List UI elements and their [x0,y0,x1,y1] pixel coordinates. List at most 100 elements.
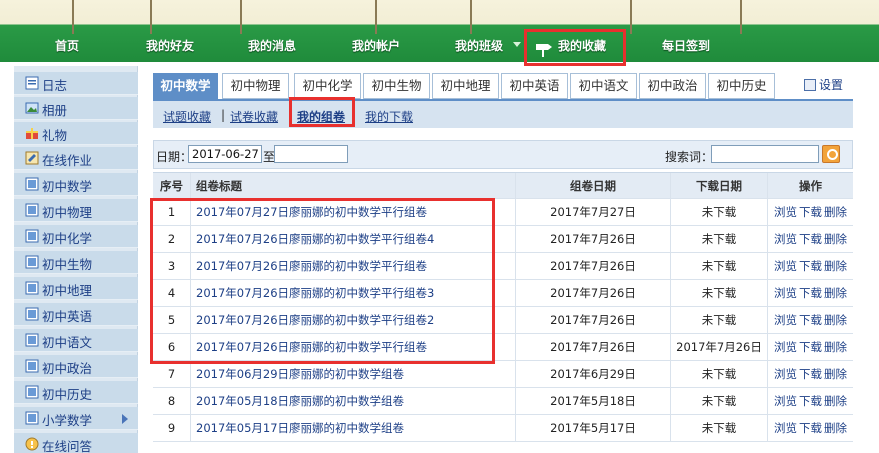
settings-label: 设置 [819,78,844,92]
sidebar-item-junior-geography[interactable]: 初中地理 [14,277,138,300]
subnav-my-downloads[interactable]: 我的下载 [365,108,413,125]
delete-link[interactable]: 删除 [824,259,847,273]
nav-home[interactable]: 首页 [55,32,79,60]
tab-junior-politics[interactable]: 初中政治 [639,73,706,99]
sidebar-item-label: 初中地理 [42,283,93,298]
sidebar-item-junior-english[interactable]: 初中英语 [14,303,138,326]
row-title-link[interactable]: 2017年06月29日廖丽娜的初中数学组卷 [191,361,516,388]
tab-junior-history[interactable]: 初中历史 [708,73,775,99]
tab-junior-biology[interactable]: 初中生物 [363,73,430,99]
sidebar-item-label: 初中数学 [42,179,93,194]
delete-link[interactable]: 删除 [824,340,847,354]
download-link[interactable]: 下载 [799,259,822,273]
download-link[interactable]: 下载 [799,394,822,408]
gift-icon [26,128,38,139]
banner-rope [630,0,632,34]
date-label: 日期： [156,150,193,164]
sidebar-item-label: 初中历史 [42,387,93,402]
header-download-date: 下载日期 [671,173,768,200]
sidebar-item-journal[interactable]: 日志 [14,72,138,95]
row-paper-date: 2017年7月26日 [516,307,671,334]
row-download-date: 未下载 [671,307,768,334]
tab-junior-geography[interactable]: 初中地理 [432,73,499,99]
sidebar-item-junior-politics[interactable]: 初中政治 [14,355,138,378]
tab-junior-chinese[interactable]: 初中语文 [570,73,637,99]
settings-link[interactable]: 设置 [804,76,843,93]
tab-junior-physics[interactable]: 初中物理 [222,73,289,99]
chevron-down-icon[interactable] [513,42,521,47]
view-link[interactable]: 浏览 [774,340,797,354]
tab-junior-english[interactable]: 初中英语 [501,73,568,99]
delete-link[interactable]: 删除 [824,367,847,381]
banner-rope [240,0,242,34]
download-link[interactable]: 下载 [799,340,822,354]
sidebar-item-gift[interactable]: 礼物 [14,122,138,145]
view-link[interactable]: 浏览 [774,286,797,300]
view-link[interactable]: 浏览 [774,205,797,219]
filter-bar: 日期： 至 搜索词： [153,140,853,169]
sidebar-item-primary-math[interactable]: 小学数学 [14,407,138,430]
view-link[interactable]: 浏览 [774,259,797,273]
book-icon [25,281,39,295]
view-link[interactable]: 浏览 [774,313,797,327]
delete-link[interactable]: 删除 [824,313,847,327]
row-paper-date: 2017年7月26日 [516,253,671,280]
sidebar-item-junior-chinese[interactable]: 初中语文 [14,329,138,352]
tab-junior-chemistry[interactable]: 初中化学 [294,73,361,99]
download-link[interactable]: 下载 [799,421,822,435]
sidebar-item-album[interactable]: 相册 [14,97,138,120]
nav-friends[interactable]: 我的好友 [146,32,194,60]
row-title-link[interactable]: 2017年05月18日廖丽娜的初中数学组卷 [191,388,516,415]
sidebar-item-junior-history[interactable]: 初中历史 [14,381,138,404]
header-paper-date: 组卷日期 [516,173,671,200]
tab-junior-math[interactable]: 初中数学 [153,73,218,99]
download-link[interactable]: 下载 [799,232,822,246]
row-actions: 浏览 下载 删除 [768,361,853,388]
row-download-date: 未下载 [671,280,768,307]
date-from-input[interactable] [188,145,262,163]
table-row: 9 2017年05月17日廖丽娜的初中数学组卷 2017年5月17日 未下载 浏… [153,415,853,442]
delete-link[interactable]: 删除 [824,394,847,408]
sidebar-item-junior-math[interactable]: 初中数学 [14,173,138,196]
date-to-input[interactable] [274,145,348,163]
sidebar-item-homework[interactable]: 在线作业 [14,147,138,170]
row-paper-date: 2017年5月18日 [516,388,671,415]
view-link[interactable]: 浏览 [774,421,797,435]
subnav-question-favorites[interactable]: 试题收藏 [163,108,211,125]
delete-link[interactable]: 删除 [824,205,847,219]
nav-daily-checkin[interactable]: 每日签到 [662,32,710,60]
banner-rope [470,0,472,34]
sidebar-item-label: 在线问答 [42,439,93,453]
my-papers-highlight-box [289,97,355,127]
download-link[interactable]: 下载 [799,313,822,327]
row-download-date: 2017年7月26日 [671,334,768,361]
delete-link[interactable]: 删除 [824,421,847,435]
sidebar-item-junior-physics[interactable]: 初中物理 [14,199,138,222]
nav-class[interactable]: 我的班级 [455,32,503,60]
view-link[interactable]: 浏览 [774,367,797,381]
sidebar-item-junior-chemistry[interactable]: 初中化学 [14,225,138,248]
sidebar-item-online-qa[interactable]: 在线问答 [14,433,138,453]
search-input[interactable] [711,145,819,163]
book-icon [25,359,39,373]
chevron-right-icon[interactable] [122,414,128,424]
nav-account[interactable]: 我的帐户 [352,32,400,60]
sidebar-item-junior-biology[interactable]: 初中生物 [14,251,138,274]
download-link[interactable]: 下载 [799,367,822,381]
nav-messages[interactable]: 我的消息 [248,32,296,60]
row-title-link[interactable]: 2017年05月17日廖丽娜的初中数学组卷 [191,415,516,442]
delete-link[interactable]: 删除 [824,286,847,300]
view-link[interactable]: 浏览 [774,394,797,408]
search-button[interactable] [822,145,840,163]
download-link[interactable]: 下载 [799,205,822,219]
journal-icon [25,76,39,90]
sidebar-item-label: 礼物 [42,128,68,143]
download-link[interactable]: 下载 [799,286,822,300]
sidebar-item-label: 在线作业 [42,153,93,168]
book-icon [25,229,39,243]
row-download-date: 未下载 [671,199,768,226]
delete-link[interactable]: 删除 [824,232,847,246]
book-icon [25,333,39,347]
subnav-paper-favorites[interactable]: 试卷收藏 [230,108,278,125]
view-link[interactable]: 浏览 [774,232,797,246]
